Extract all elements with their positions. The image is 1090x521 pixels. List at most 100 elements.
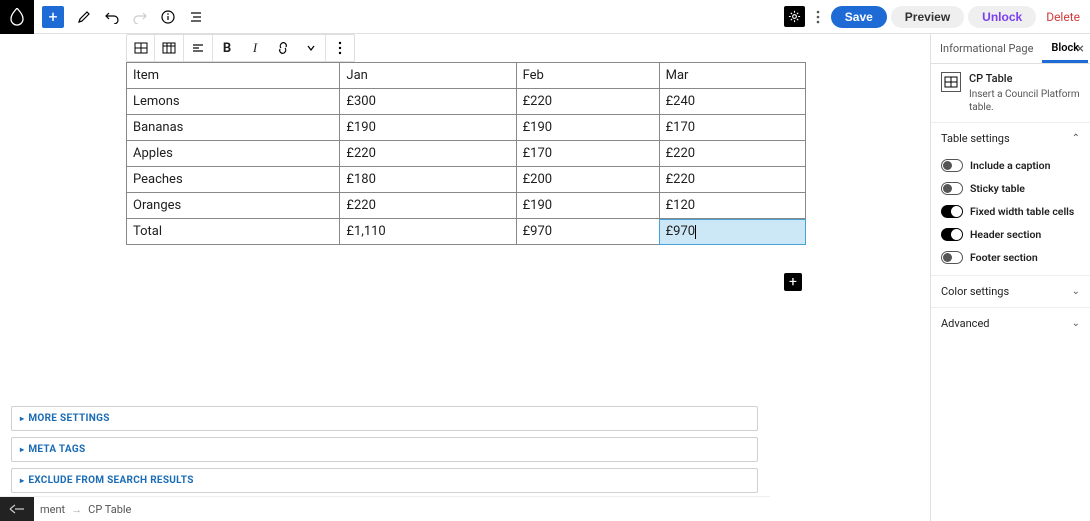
triangle-right-icon: ▸	[20, 476, 24, 485]
toggle-switch[interactable]	[941, 159, 963, 172]
triangle-right-icon: ▸	[20, 414, 24, 423]
table-cell[interactable]: £220	[659, 167, 805, 193]
bold-button[interactable]: B	[213, 35, 241, 61]
accordion-header[interactable]: ▸META TAGS	[11, 437, 758, 462]
toggle-row: Sticky table	[941, 177, 1080, 200]
table-cell[interactable]: £1,110	[340, 219, 516, 245]
block-toolbar: B I	[126, 34, 355, 62]
table-cell[interactable]: Total	[127, 219, 340, 245]
accordion-header[interactable]: ▸MORE SETTINGS	[11, 406, 758, 431]
align-icon[interactable]	[184, 35, 212, 61]
italic-button[interactable]: I	[241, 35, 269, 61]
triangle-right-icon: ▸	[20, 445, 24, 454]
breadcrumb-current[interactable]: CP Table	[88, 503, 131, 516]
color-settings-header[interactable]: Color settings ⌄	[931, 276, 1090, 307]
toggle-switch[interactable]	[941, 205, 963, 218]
editor-canvas: B I ItemJanFebMarLemons£300£220£240Banan…	[0, 34, 930, 521]
block-header: CP Table Insert a Council Platform table…	[931, 64, 1090, 122]
toggle-label: Footer section	[970, 251, 1038, 264]
table-cell[interactable]: Peaches	[127, 167, 340, 193]
breadcrumb-toggle-icon[interactable]	[0, 497, 34, 521]
add-block-button[interactable]: +	[42, 6, 64, 28]
table-cell[interactable]: £220	[659, 141, 805, 167]
table-cell[interactable]: Oranges	[127, 193, 340, 219]
chevron-down-icon: ⌄	[1072, 286, 1080, 297]
toggle-label: Fixed width table cells	[970, 205, 1074, 218]
toggle-label: Include a caption	[970, 159, 1050, 172]
edit-mode-icon[interactable]	[72, 5, 96, 29]
block-title: CP Table	[969, 72, 1080, 85]
table-cell[interactable]: £220	[340, 193, 516, 219]
save-button[interactable]: Save	[831, 6, 887, 28]
preview-button[interactable]: Preview	[891, 6, 964, 28]
advanced-header[interactable]: Advanced ⌄	[931, 308, 1090, 339]
section-color-settings: Color settings ⌄	[931, 275, 1090, 307]
toggle-switch[interactable]	[941, 251, 963, 264]
table-header-cell[interactable]: Item	[127, 63, 340, 89]
table-cell[interactable]: £190	[516, 193, 659, 219]
table-settings-header[interactable]: Table settings ⌃	[931, 123, 1090, 154]
settings-sidebar: Informational Page Block × CP Table Inse…	[930, 34, 1090, 521]
table-cell[interactable]: £120	[659, 193, 805, 219]
toggle-switch[interactable]	[941, 182, 963, 195]
table-cell[interactable]: £170	[659, 115, 805, 141]
toggle-row: Footer section	[941, 246, 1080, 269]
cp-table-block[interactable]: ItemJanFebMarLemons£300£220£240Bananas£1…	[126, 62, 806, 245]
delete-link[interactable]: Delete	[1046, 10, 1080, 24]
toolbar-right: Save Preview Unlock Delete	[784, 5, 1090, 29]
unlock-button[interactable]: Unlock	[968, 6, 1036, 28]
table-cell[interactable]: £300	[340, 89, 516, 115]
table-cell[interactable]: £190	[516, 115, 659, 141]
block-options-icon[interactable]	[326, 35, 354, 61]
table-block-icon[interactable]	[127, 35, 155, 61]
table-cell[interactable]: Bananas	[127, 115, 340, 141]
sidebar-tabs: Informational Page Block ×	[931, 34, 1090, 64]
table-cell[interactable]: £170	[516, 141, 659, 167]
table-cell[interactable]: £220	[516, 89, 659, 115]
toggle-row: Header section	[941, 223, 1080, 246]
table-cell[interactable]: £190	[340, 115, 516, 141]
chevron-up-icon: ⌃	[1072, 133, 1080, 144]
toggle-row: Fixed width table cells	[941, 200, 1080, 223]
redo-button[interactable]	[128, 5, 152, 29]
table-cell[interactable]: Apples	[127, 141, 340, 167]
toggle-label: Header section	[970, 228, 1041, 241]
toggle-switch[interactable]	[941, 228, 963, 241]
table-cell[interactable]: £200	[516, 167, 659, 193]
table-cell[interactable]: £970	[516, 219, 659, 245]
outline-icon[interactable]	[184, 5, 208, 29]
settings-gear-icon[interactable]	[784, 6, 805, 27]
drupal-logo-icon[interactable]	[0, 0, 34, 34]
insert-block-inline-button[interactable]: +	[784, 273, 802, 291]
table-header-cell[interactable]: Feb	[516, 63, 659, 89]
tab-informational-page[interactable]: Informational Page	[931, 34, 1042, 63]
more-format-chevron-icon[interactable]	[297, 35, 325, 61]
table-cell[interactable]: £180	[340, 167, 516, 193]
breadcrumb-separator-icon: →	[71, 503, 82, 516]
table-cell[interactable]: £970	[659, 219, 805, 245]
toggle-label: Sticky table	[970, 182, 1025, 195]
page-accordions: ▸MORE SETTINGS ▸META TAGS ▸EXCLUDE FROM SE…	[11, 406, 758, 493]
breadcrumb-parent[interactable]: ment	[40, 503, 65, 516]
undo-button[interactable]	[100, 5, 124, 29]
section-table-settings: Table settings ⌃ Include a caption Sticky…	[931, 122, 1090, 275]
table-cell[interactable]: £220	[340, 141, 516, 167]
block-description: Insert a Council Platform table.	[969, 88, 1080, 114]
more-menu-icon[interactable]	[809, 5, 827, 29]
accordion-header[interactable]: ▸EXCLUDE FROM SEARCH RESULTS	[11, 468, 758, 493]
info-icon[interactable]	[156, 5, 180, 29]
link-button[interactable]	[269, 35, 297, 61]
table-cell[interactable]: Lemons	[127, 89, 340, 115]
top-toolbar: + Save Preview Unlock Delete	[0, 0, 1090, 34]
table-small-icon	[941, 72, 961, 92]
chevron-down-icon: ⌄	[1072, 318, 1080, 329]
table-cell[interactable]: £240	[659, 89, 805, 115]
table-header-cell[interactable]: Jan	[340, 63, 516, 89]
close-sidebar-icon[interactable]: ×	[1077, 41, 1084, 57]
section-advanced: Advanced ⌄	[931, 307, 1090, 339]
toolbar-left: +	[0, 0, 210, 33]
toggle-row: Include a caption	[941, 154, 1080, 177]
table-edit-icon[interactable]	[155, 35, 183, 61]
table-header-cell[interactable]: Mar	[659, 63, 805, 89]
block-breadcrumb: ment → CP Table	[0, 496, 770, 521]
